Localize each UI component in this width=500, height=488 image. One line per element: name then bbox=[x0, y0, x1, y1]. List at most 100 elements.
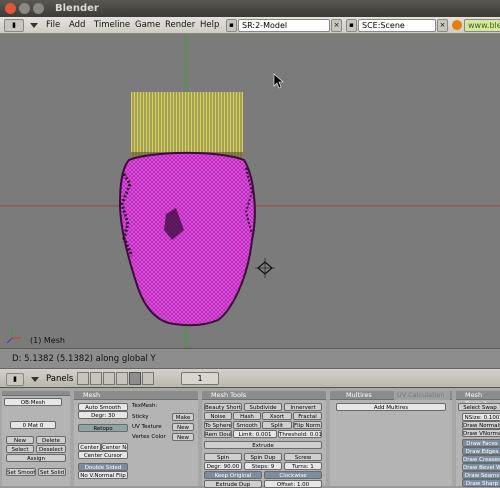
flip-normal-button[interactable]: Flip Normal bbox=[293, 421, 322, 429]
delete-material-button[interactable]: Delete bbox=[36, 436, 66, 444]
to-sphere-button[interactable]: To Sphere bbox=[204, 421, 232, 429]
menu-game[interactable]: Game bbox=[135, 20, 160, 30]
axis-gizmo-icon bbox=[6, 327, 21, 344]
fractal-button[interactable]: Fractal bbox=[293, 412, 322, 420]
hash-button[interactable]: Hash bbox=[233, 412, 261, 420]
clockwise-toggle[interactable]: Clockwise bbox=[264, 471, 322, 479]
scene-delete-button[interactable]: × bbox=[437, 19, 448, 32]
xsort-button[interactable]: Xsort bbox=[262, 412, 292, 420]
collapse-buttons-icon[interactable] bbox=[31, 377, 39, 382]
spin-degr-field[interactable]: Degr: 90.00 bbox=[204, 462, 242, 470]
new-material-button[interactable]: New bbox=[6, 436, 34, 444]
logic-context-icon[interactable] bbox=[77, 372, 89, 385]
vertex-color-label: Vertex Color bbox=[132, 434, 166, 440]
script-context-icon[interactable] bbox=[90, 372, 102, 385]
close-window-button[interactable] bbox=[5, 3, 16, 14]
mouse-cursor-icon bbox=[273, 73, 284, 89]
retopo-button[interactable]: Retopo bbox=[78, 424, 128, 432]
degr-field[interactable]: Degr: 30 bbox=[78, 411, 128, 419]
turns-field[interactable]: Turns: 1 bbox=[284, 462, 322, 470]
limit-field[interactable]: Limit: 0.001 bbox=[233, 430, 277, 438]
center-new-button[interactable]: Center New bbox=[101, 443, 128, 451]
viewport-canvas[interactable] bbox=[0, 34, 500, 348]
select-material-button[interactable]: Select bbox=[6, 445, 34, 453]
collapse-menu-icon[interactable] bbox=[30, 23, 38, 28]
mat-field[interactable]: 0 Mat 0 bbox=[10, 421, 56, 429]
frame-field[interactable]: 1 bbox=[181, 372, 219, 385]
draw-faces-toggle[interactable]: Draw Faces bbox=[462, 439, 500, 447]
menu-file[interactable]: File bbox=[46, 20, 60, 30]
set-smooth-button[interactable]: Set Smooth bbox=[6, 468, 36, 476]
subdivide-button[interactable]: Subdivide bbox=[244, 403, 282, 411]
add-multires-button[interactable]: Add Multires bbox=[336, 403, 446, 411]
menu-help[interactable]: Help bbox=[200, 20, 219, 30]
ob-field[interactable]: OB:Mesh bbox=[4, 398, 62, 406]
double-sided-button[interactable]: Double Sided bbox=[78, 463, 128, 471]
mesh-tools-panel-header: Mesh Tools bbox=[202, 391, 326, 400]
scene-context-icon[interactable] bbox=[142, 372, 154, 385]
spin-button[interactable]: Spin bbox=[204, 453, 242, 461]
uv-calculation-tab[interactable]: UV Calculation bbox=[394, 391, 450, 400]
draw-seams-toggle[interactable]: Draw Seams bbox=[462, 471, 500, 479]
smooth-button[interactable]: Smooth bbox=[233, 421, 261, 429]
keep-original-toggle[interactable]: Keep Original bbox=[204, 471, 262, 479]
threshold-field[interactable]: Threshold: 0.010 bbox=[278, 430, 322, 438]
minimize-window-button[interactable] bbox=[19, 3, 30, 14]
no-vnormal-flip-button[interactable]: No V.Normal Flip bbox=[78, 471, 128, 479]
center-button[interactable]: Center bbox=[78, 443, 101, 451]
frame-number: 1 bbox=[197, 374, 203, 383]
menu-add[interactable]: Add bbox=[69, 20, 85, 30]
camera-icon[interactable] bbox=[255, 258, 275, 278]
website-field: www.blender bbox=[464, 19, 500, 32]
select-swap-button[interactable]: Select Swap bbox=[458, 403, 500, 411]
draw-creases-toggle[interactable]: Draw Creases bbox=[462, 455, 500, 463]
rem-doubles-button[interactable]: Rem Doubl bbox=[204, 430, 232, 438]
3d-viewport[interactable]: (1) Mesh bbox=[0, 34, 500, 348]
innervert-button[interactable]: Innervert bbox=[284, 403, 322, 411]
texmesh-label: TexMesh: bbox=[132, 403, 158, 409]
draw-vnormals-toggle[interactable]: Draw VNormals bbox=[462, 429, 500, 437]
screen-delete-button[interactable]: × bbox=[331, 19, 342, 32]
buttons-editor-type-icon[interactable]: ▮ bbox=[6, 373, 24, 386]
extrude-dup-button[interactable]: Extrude Dup bbox=[204, 480, 262, 488]
shading-context-icon[interactable] bbox=[103, 372, 115, 385]
noise-button[interactable]: Noise bbox=[204, 412, 232, 420]
sticky-label: Sticky bbox=[132, 414, 149, 420]
screen-browse-button[interactable]: ▪ bbox=[226, 19, 237, 32]
beauty-short-button[interactable]: Beauty Short bbox=[204, 403, 242, 411]
window-title: Blender bbox=[55, 3, 99, 14]
nsize-field[interactable]: NSize: 0.100 bbox=[462, 413, 500, 421]
steps-field[interactable]: Steps: 9 bbox=[244, 462, 282, 470]
make-sticky-button[interactable]: Make bbox=[172, 413, 194, 421]
screw-button[interactable]: Screw bbox=[284, 453, 322, 461]
head-mesh[interactable] bbox=[118, 151, 256, 327]
draw-normals-toggle[interactable]: Draw Normals bbox=[462, 421, 500, 429]
new-uv-texture-button[interactable]: New bbox=[172, 423, 194, 431]
editor-type-icon[interactable]: ▮ bbox=[4, 19, 24, 32]
offset-field[interactable]: Offset: 1.00 bbox=[264, 480, 322, 488]
mesh-tools-1-panel: Mesh Tools 1 Select Swap NSize: 0.100 Dr… bbox=[456, 391, 500, 487]
split-button[interactable]: Split bbox=[262, 421, 292, 429]
editing-context-icon[interactable] bbox=[129, 372, 141, 385]
draw-bevel-toggle[interactable]: Draw Bevel W bbox=[462, 463, 500, 471]
new-vertex-color-button[interactable]: New bbox=[172, 433, 194, 441]
center-cursor-button[interactable]: Center Cursor bbox=[78, 451, 128, 459]
scene-name-field[interactable]: SCE:Scene bbox=[358, 19, 436, 32]
maximize-window-button[interactable] bbox=[33, 3, 44, 14]
menu-timeline[interactable]: Timeline bbox=[94, 20, 130, 30]
deselect-material-button[interactable]: Deselect bbox=[36, 445, 66, 453]
scene-browse-button[interactable]: ▪ bbox=[346, 19, 357, 32]
link-panel-header bbox=[2, 391, 70, 396]
screen-name-field[interactable]: SR:2-Model bbox=[238, 19, 330, 32]
assign-material-button[interactable]: Assign bbox=[6, 454, 66, 462]
ob-label: OB:Mesh bbox=[20, 400, 46, 406]
buttons-panels: OB:Mesh 0 Mat 0 New Delete Select Desele… bbox=[0, 388, 500, 488]
spin-dup-button[interactable]: Spin Dup bbox=[244, 453, 282, 461]
set-solid-button[interactable]: Set Solid bbox=[38, 468, 66, 476]
menu-render[interactable]: Render bbox=[165, 20, 195, 30]
object-context-icon[interactable] bbox=[116, 372, 128, 385]
auto-smooth-button[interactable]: Auto Smooth bbox=[78, 403, 128, 411]
extrude-button[interactable]: Extrude bbox=[204, 441, 322, 449]
draw-edges-toggle[interactable]: Draw Edges bbox=[462, 447, 500, 455]
multires-tab[interactable]: Multires bbox=[346, 391, 372, 400]
